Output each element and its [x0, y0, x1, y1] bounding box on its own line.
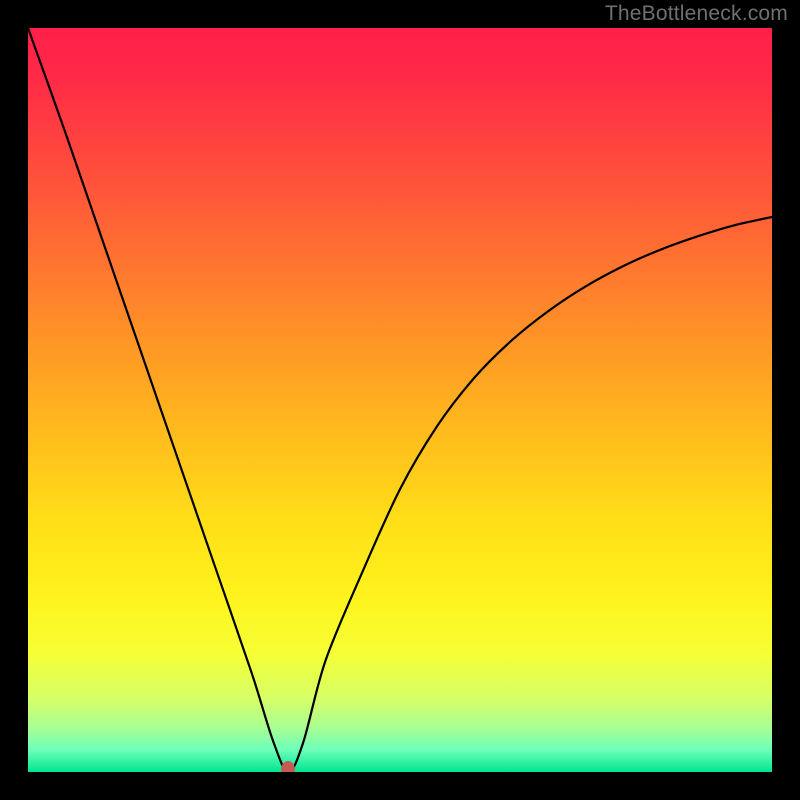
plot-area — [28, 28, 772, 772]
optimum-marker-icon — [281, 761, 295, 772]
chart-frame: TheBottleneck.com — [0, 0, 800, 800]
attribution-text: TheBottleneck.com — [605, 2, 788, 26]
bottleneck-curve — [28, 28, 772, 772]
